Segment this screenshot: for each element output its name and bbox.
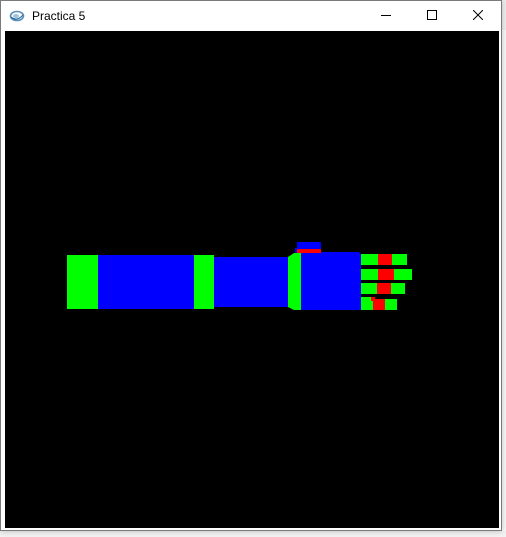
- maximize-icon: [427, 7, 437, 25]
- close-icon: [472, 7, 484, 25]
- finger-3: [361, 283, 405, 294]
- close-button[interactable]: [455, 1, 501, 31]
- title-bar[interactable]: Practica 5: [1, 1, 501, 31]
- wrist-joint: [288, 253, 301, 310]
- elbow-joint: [194, 255, 214, 309]
- thumb: [295, 242, 321, 253]
- maximize-button[interactable]: [409, 1, 455, 31]
- finger-2: [361, 269, 412, 280]
- background-window-edge: [0, 531, 506, 537]
- window-title: Practica 5: [32, 9, 86, 23]
- palm: [301, 252, 361, 310]
- upper-arm: [98, 255, 194, 309]
- finger-1: [361, 254, 407, 265]
- forearm: [214, 257, 288, 307]
- desktop: Practica 5: [0, 0, 506, 537]
- app-window: Practica 5: [0, 0, 502, 531]
- finger-4: [361, 297, 397, 310]
- opengl-canvas[interactable]: [5, 31, 499, 528]
- shoulder-joint: [67, 255, 98, 309]
- minimize-button[interactable]: [363, 1, 409, 31]
- minimize-icon: [381, 7, 391, 25]
- opengl-window-icon[interactable]: [9, 8, 25, 24]
